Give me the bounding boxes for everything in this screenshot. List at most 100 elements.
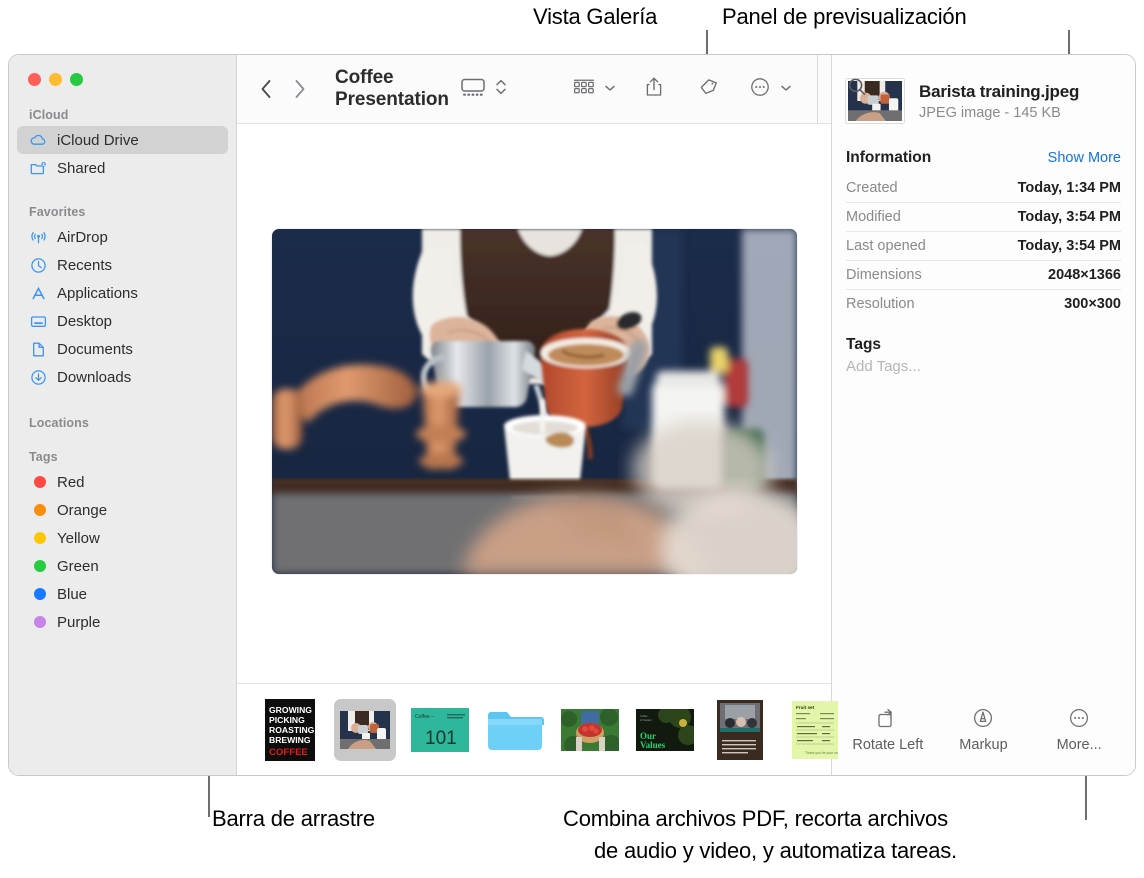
filmstrip-item-folder[interactable] <box>484 699 546 761</box>
group-items-icon <box>571 76 597 103</box>
sidebar-item-applications[interactable]: Applications <box>17 279 228 307</box>
filmstrip-item-invoice-spreadsheet[interactable]: Fruit set Thank you for your or <box>784 699 846 761</box>
info-value: 2048×1366 <box>1048 267 1121 283</box>
sidebar-item-label: Downloads <box>57 368 132 386</box>
minimize-button[interactable] <box>49 73 62 86</box>
sidebar-section-tags: Tags <box>29 450 58 464</box>
hero-preview-image[interactable] <box>271 229 797 574</box>
svg-text:of Sustain: of Sustain <box>640 718 652 722</box>
toolbar-right-group <box>449 55 896 124</box>
sidebar-item-tag-orange[interactable]: Orange <box>17 496 228 524</box>
download-icon <box>29 368 48 387</box>
barista-pouring-coffee-illustration <box>271 229 797 574</box>
sidebar-item-recents[interactable]: Recents <box>17 251 228 279</box>
sidebar-item-tag-yellow[interactable]: Yellow <box>17 524 228 552</box>
svg-text:COFFEE: COFFEE <box>269 747 309 758</box>
info-value: Today, 1:34 PM <box>1017 180 1121 196</box>
filmstrip-item-coffee-cherries-photo[interactable] <box>559 699 621 761</box>
clock-icon <box>29 256 48 275</box>
info-label: Modified <box>846 209 901 225</box>
info-label: Resolution <box>846 296 915 312</box>
info-value: Today, 3:54 PM <box>1017 209 1121 225</box>
folder-icon <box>488 711 544 750</box>
meeting-document-thumbnail <box>717 699 763 760</box>
up-down-chevrons-icon[interactable] <box>495 76 507 103</box>
filmstrip-item-our-values-slide[interactable]: Coffee of Sustain Our Values <box>634 699 696 761</box>
more-actions-button[interactable] <box>737 75 803 104</box>
applications-icon <box>29 284 48 303</box>
traffic-lights <box>9 55 236 86</box>
show-more-link[interactable]: Show More <box>1048 150 1121 166</box>
sidebar-item-label: Shared <box>57 159 106 177</box>
sidebar-item-shared[interactable]: Shared <box>17 154 228 182</box>
file-header-text: Barista training.jpeg JPEG image - 145 K… <box>919 82 1079 121</box>
file-name: Barista training.jpeg <box>919 81 1080 101</box>
share-icon <box>643 75 665 104</box>
rotate-left-icon <box>875 706 901 730</box>
page-title: Coffee Presentation <box>335 67 449 110</box>
shared-folder-icon <box>29 159 48 178</box>
callout-preview-panel: Panel de previsualización <box>722 4 967 29</box>
sidebar-item-label: Red <box>57 473 85 491</box>
sidebar-item-icloud-drive[interactable]: iCloud Drive <box>17 126 228 154</box>
sidebar-item-label: Yellow <box>57 529 100 547</box>
svg-text:BREWING: BREWING <box>269 735 311 745</box>
airdrop-icon <box>29 228 48 247</box>
filmstrip-item-meeting-document[interactable] <box>709 699 771 761</box>
sidebar-item-tag-purple[interactable]: Purple <box>17 608 228 636</box>
cloud-icon <box>29 131 48 150</box>
tag-dot-yellow-icon <box>29 529 48 548</box>
search-button[interactable] <box>818 55 896 123</box>
callout-quick-actions-line2: de audio y video, y automatiza tareas. <box>594 838 957 863</box>
screenshot-root: Vista Galería Panel de previsualización … <box>0 0 1144 878</box>
group-items-button[interactable] <box>560 76 627 103</box>
svg-text:GROWING: GROWING <box>269 705 312 715</box>
add-tags-input[interactable]: Add Tags... <box>832 358 1135 375</box>
info-label: Last opened <box>846 238 926 254</box>
add-tag-button[interactable] <box>681 75 737 104</box>
filmstrip-item-barista-training-photo[interactable] <box>334 698 396 761</box>
view-mode-gallery-button[interactable] <box>449 76 518 103</box>
sidebar-item-tag-blue[interactable]: Blue <box>17 580 228 608</box>
sidebar-item-desktop[interactable]: Desktop <box>17 307 228 335</box>
markup-button[interactable]: Markup <box>937 706 1029 753</box>
desktop-icon <box>29 312 48 331</box>
callout-quick-actions-line1: Combina archivos PDF, recorta archivos <box>563 806 948 831</box>
sidebar-item-label: Green <box>57 557 99 575</box>
more-circle-icon <box>1067 706 1091 730</box>
quick-actions: Rotate Left Markup More... <box>832 706 1135 775</box>
svg-text:Coffee: Coffee <box>640 714 648 718</box>
chevron-right-icon[interactable] <box>293 78 307 100</box>
sidebar-item-documents[interactable]: Documents <box>17 335 228 363</box>
sidebar-section-favorites: Favorites <box>29 205 86 219</box>
information-title: Information <box>846 149 932 166</box>
info-label: Created <box>846 180 898 196</box>
sidebar-item-tag-green[interactable]: Green <box>17 552 228 580</box>
sidebar-item-downloads[interactable]: Downloads <box>17 363 228 391</box>
search-icon <box>845 75 869 104</box>
filmstrip-item-coffee-101-slide[interactable]: Coffee -- 101 <box>409 699 471 761</box>
filmstrip-drag-bar[interactable]: GROWING PICKING ROASTING BREWING COFFEE <box>237 683 838 775</box>
table-row: Dimensions 2048×1366 <box>846 261 1121 290</box>
sidebar-item-label: Applications <box>57 284 138 302</box>
rotate-left-button[interactable]: Rotate Left <box>842 706 934 753</box>
chevron-down-icon <box>604 80 616 98</box>
sidebar-item-label: AirDrop <box>57 228 108 246</box>
table-row: Created Today, 1:34 PM <box>846 174 1121 203</box>
svg-text:ROASTING: ROASTING <box>269 725 315 735</box>
share-button[interactable] <box>627 75 681 104</box>
close-button[interactable] <box>28 73 41 86</box>
more-options-button[interactable]: More... <box>1033 706 1125 753</box>
chevron-left-icon[interactable] <box>259 78 273 100</box>
sidebar-item-airdrop[interactable]: AirDrop <box>17 223 228 251</box>
sidebar-group-tags: Red Orange Yellow Green Blue Purple <box>9 468 236 636</box>
zoom-button[interactable] <box>70 73 83 86</box>
tags-title: Tags <box>846 336 882 353</box>
svg-text:Values: Values <box>640 740 666 750</box>
action-label: Rotate Left <box>852 737 924 753</box>
sidebar-item-tag-red[interactable]: Red <box>17 468 228 496</box>
filmstrip-item-coffee-process-poster[interactable]: GROWING PICKING ROASTING BREWING COFFEE <box>259 698 321 761</box>
table-row: Modified Today, 3:54 PM <box>846 203 1121 232</box>
gallery-preview-stage <box>237 124 831 683</box>
file-meta: JPEG image - 145 KB <box>919 104 1061 121</box>
